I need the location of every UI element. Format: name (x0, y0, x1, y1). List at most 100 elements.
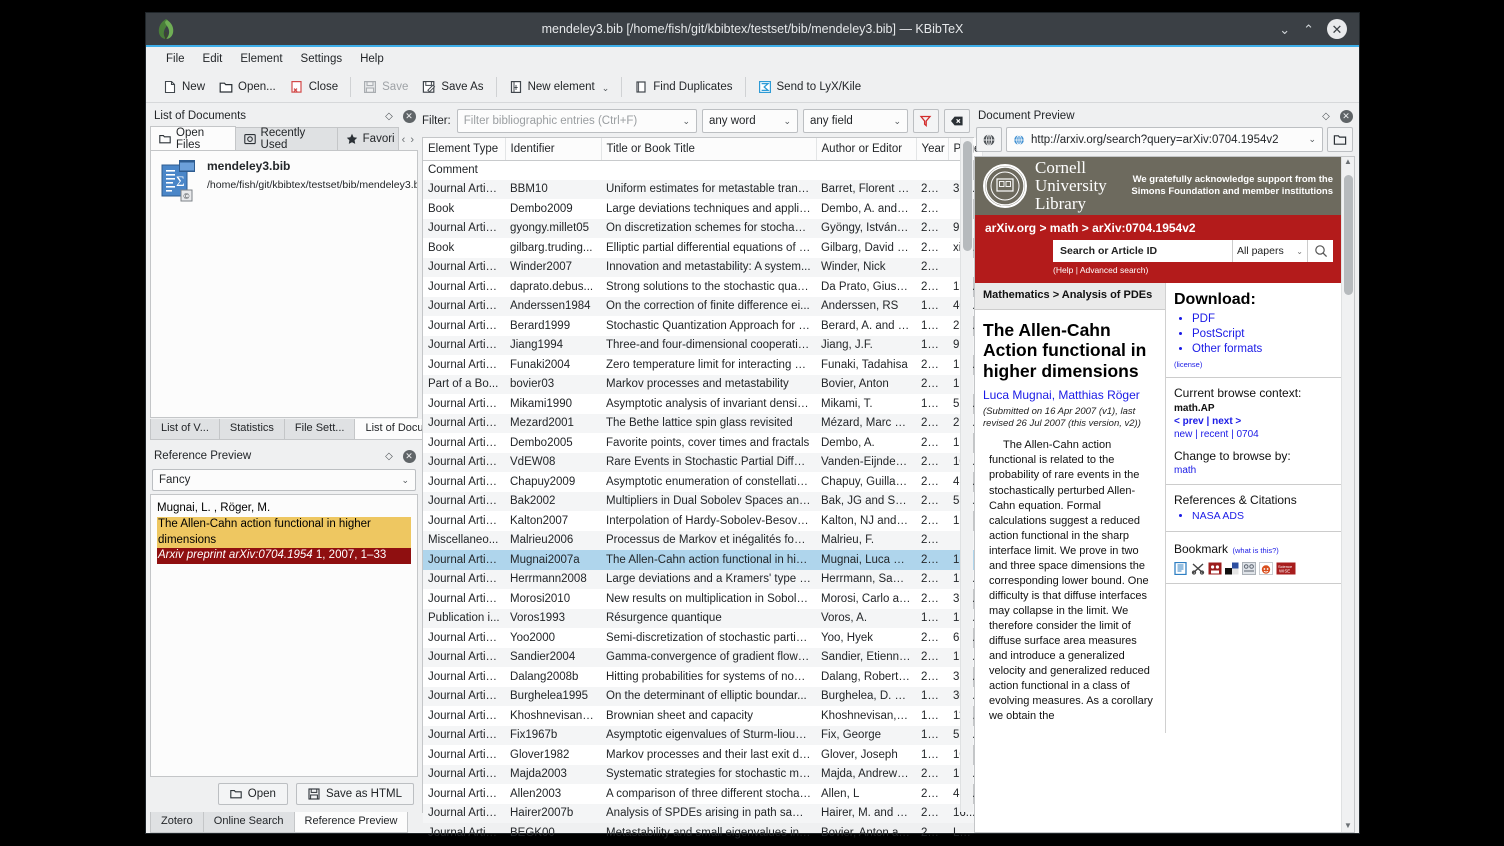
tab-next-arrow[interactable]: › (410, 134, 414, 146)
table-row[interactable]: Comment (423, 160, 982, 180)
float-preview-button[interactable]: ◇ (1319, 109, 1333, 123)
table-row[interactable]: Journal ArticleFix1967bAsymptotic eigenv… (423, 726, 982, 746)
toolbar-new-button[interactable]: New (156, 77, 212, 97)
nasa-ads-link[interactable]: NASA ADS (1192, 510, 1333, 524)
download-other-formats-link[interactable]: Other formats (1192, 342, 1333, 357)
filter-word-mode-select[interactable]: any word ⌄ (702, 109, 798, 133)
table-scroll-thumb[interactable] (963, 141, 972, 251)
toolbar-new-element-button[interactable]: New element ⌄ (502, 76, 617, 97)
bookmark-whatisthis-link[interactable]: (what is this?) (1232, 546, 1278, 555)
table-row[interactable]: Publication i...Voros1993Résurgence quan… (423, 609, 982, 629)
col-title[interactable]: Title or Book Title (601, 138, 816, 160)
preview-scroll-thumb[interactable] (1344, 175, 1353, 295)
reload-button[interactable] (976, 127, 1002, 152)
scroll-up-arrow[interactable]: ▲ (1342, 157, 1354, 166)
table-row[interactable]: Journal ArticleBBM10Uniform estimates fo… (423, 180, 982, 200)
del-icio-us-icon[interactable] (1242, 562, 1256, 575)
table-row[interactable]: Journal ArticleBerard1999Stochastic Quan… (423, 316, 982, 336)
apply-filter-button[interactable] (913, 109, 939, 133)
arxiv-help-link[interactable]: (Help (1053, 265, 1073, 275)
reddit-icon[interactable] (1259, 562, 1273, 575)
table-row[interactable]: Journal ArticleFunaki2004Zero temperatur… (423, 355, 982, 375)
table-row[interactable]: Journal ArticleDalang2008bHitting probab… (423, 667, 982, 687)
download-pdf-link[interactable]: PDF (1192, 312, 1333, 327)
table-row[interactable]: Journal ArticleMugnai2007aThe Allen-Cahn… (423, 550, 982, 570)
table-row[interactable]: Journal ArticleYoo2000Semi-discretizatio… (423, 628, 982, 648)
col-author[interactable]: Author or Editor (816, 138, 916, 160)
chevron-down-icon[interactable]: ⌄ (602, 83, 610, 94)
table-row[interactable]: Journal ArticleHerrmann2008Large deviati… (423, 570, 982, 590)
table-row[interactable]: Miscellaneo...Malrieu2006Processus de Ma… (423, 531, 982, 551)
menu-file[interactable]: File (158, 51, 193, 67)
btab-file-settings[interactable]: File Sett... (284, 419, 356, 440)
arxiv-advanced-search-link[interactable]: Advanced search) (1080, 265, 1149, 275)
table-row[interactable]: Journal ArticleJiang1994Three-and four-d… (423, 336, 982, 356)
toolbar-send-to-lyx-button[interactable]: Send to LyX/Kile (751, 77, 869, 97)
btab-online-search[interactable]: Online Search (203, 812, 295, 833)
col-element-type[interactable]: Element Type (423, 138, 505, 160)
table-row[interactable]: Journal Articledaprato.debus...Strong so… (423, 277, 982, 297)
col-identifier[interactable]: Identifier (505, 138, 601, 160)
download-postscript-link[interactable]: PostScript (1192, 327, 1333, 342)
digg-icon[interactable] (1225, 562, 1239, 575)
list-item[interactable]: Σ © mendeley3.bib /home/fish/git/kbibtex… (151, 151, 417, 211)
reference-style-select[interactable]: Fancy ⌄ (152, 469, 416, 491)
close-preview-button[interactable]: ✕ (1339, 109, 1353, 123)
citeulike-icon[interactable] (1174, 562, 1188, 575)
toolbar-find-duplicates-button[interactable]: Find Duplicates (627, 77, 739, 97)
table-row[interactable]: Journal ArticleMajda2003Systematic strat… (423, 765, 982, 785)
btab-list-of-values[interactable]: List of V... (150, 419, 220, 440)
license-link[interactable]: (license) (1174, 360, 1333, 369)
change-browse-value[interactable]: math (1174, 465, 1333, 476)
table-row[interactable]: Journal Articlegyongy.millet05On discret… (423, 219, 982, 239)
table-row[interactable]: Journal ArticleKalton2007Interpolation o… (423, 511, 982, 531)
open-in-browser-button[interactable] (1327, 127, 1353, 152)
table-row[interactable]: Journal ArticleAnderssen1984On the corre… (423, 297, 982, 317)
close-refpreview-button[interactable]: ✕ (402, 449, 416, 463)
toolbar-save-as-button[interactable]: Save As (415, 77, 490, 97)
table-row[interactable]: Journal ArticleBak2002Multipliers in Dua… (423, 492, 982, 512)
arxiv-scope-select[interactable]: All papers ⌄ (1232, 240, 1307, 262)
table-row[interactable]: Journal ArticleMorosi2010New results on … (423, 589, 982, 609)
table-row[interactable]: Bookgilbarg.truding...Elliptic partial d… (423, 238, 982, 258)
toolbar-close-button[interactable]: Close (283, 77, 345, 97)
sciencewise-icon[interactable]: ScienceWISE (1276, 562, 1296, 575)
table-row[interactable]: Journal ArticleGlover1982Markov processe… (423, 745, 982, 765)
btab-statistics[interactable]: Statistics (219, 419, 285, 440)
bibsonomy-icon[interactable] (1191, 562, 1205, 575)
url-input[interactable]: http://arxiv.org/search?query=arXiv:0704… (1006, 127, 1323, 152)
table-row[interactable]: Journal ArticleAllen2003A comparison of … (423, 784, 982, 804)
table-vertical-scrollbar[interactable] (960, 138, 973, 812)
menu-element[interactable]: Element (232, 51, 290, 67)
tab-recently-used[interactable]: Recently Used (235, 127, 338, 150)
tab-open-files[interactable]: Open Files (150, 126, 236, 150)
mendeley-icon[interactable] (1208, 562, 1222, 575)
clear-filter-button[interactable] (944, 109, 970, 133)
table-row[interactable]: Journal ArticleSandier2004Gamma-converge… (423, 648, 982, 668)
toolbar-open-button[interactable]: Open... (212, 77, 283, 97)
btab-reference-preview[interactable]: Reference Preview (294, 812, 409, 833)
table-row[interactable]: Journal ArticleChapuy2009Asymptotic enum… (423, 472, 982, 492)
open-button[interactable]: Open (218, 783, 288, 805)
col-year[interactable]: Year (916, 138, 948, 160)
menu-edit[interactable]: Edit (195, 51, 231, 67)
arxiv-search-input[interactable]: Search or Article ID (1053, 240, 1232, 262)
tab-prev-arrow[interactable]: ‹ (402, 134, 406, 146)
tab-favorites[interactable]: Favori (337, 127, 399, 150)
table-row[interactable]: Journal ArticleVdEW08Rare Events in Stoc… (423, 453, 982, 473)
table-row[interactable]: Part of a Bo...bovier03Markov processes … (423, 375, 982, 395)
float-refpreview-button[interactable]: ◇ (382, 449, 396, 463)
preview-vertical-scrollbar[interactable]: ▲ ▼ (1341, 157, 1354, 832)
filter-input[interactable]: Filter bibliographic entries (Ctrl+F) ⌄ (457, 109, 697, 133)
table-row[interactable]: Journal ArticleMikami1990Asymptotic anal… (423, 394, 982, 414)
table-row[interactable]: Journal ArticleDembo2005Favorite points,… (423, 433, 982, 453)
close-panel-button[interactable]: ✕ (402, 109, 416, 123)
toolbar-save-button[interactable]: Save (356, 77, 415, 97)
table-row[interactable]: Journal ArticleKhoshnevisan1...Brownian … (423, 706, 982, 726)
table-row[interactable]: Journal ArticleBurghelea1995On the deter… (423, 687, 982, 707)
float-panel-button[interactable]: ◇ (382, 109, 396, 123)
arxiv-authors[interactable]: Luca Mugnai, Matthias Röger (975, 384, 1165, 404)
prev-next-links[interactable]: < prev | next > (1174, 416, 1333, 427)
close-button[interactable]: ✕ (1327, 19, 1347, 39)
menu-help[interactable]: Help (352, 51, 392, 67)
